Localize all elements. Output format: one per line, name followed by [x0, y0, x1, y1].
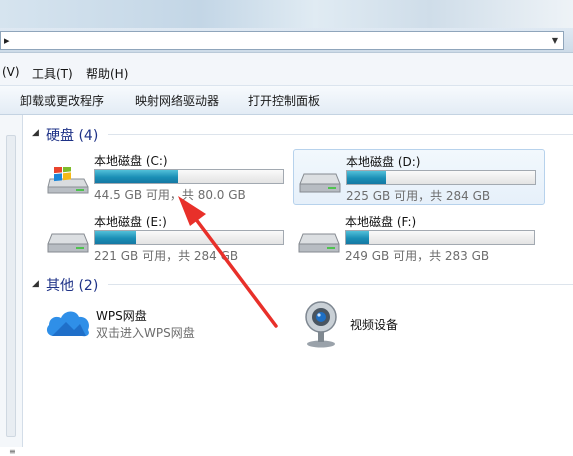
drive-usage-fill — [95, 231, 137, 244]
explorer-window: ▸ ▼ (V) 工具(T) 帮助(H) 卸载或更改程序 映射网络驱动器 打开控制… — [0, 0, 573, 456]
drive-usage-fill — [346, 231, 369, 244]
open-control-panel-button[interactable]: 打开控制面板 — [248, 92, 320, 109]
hard-drive-icon — [299, 173, 341, 193]
collapse-others-icon[interactable]: ◢ — [32, 279, 39, 289]
webcam-icon — [305, 301, 337, 348]
drive-c[interactable]: 本地磁盘 (C:) 44.5 GB 可用，共 80.0 GB — [42, 149, 292, 203]
address-field[interactable]: ▸ ▼ — [0, 31, 564, 50]
drive-usage-fill — [347, 171, 387, 184]
item-name: WPS网盘 — [96, 309, 147, 323]
group-divider — [108, 284, 573, 285]
navigation-pane: ≡ — [0, 115, 23, 456]
drive-d[interactable]: 本地磁盘 (D:) 225 GB 可用，共 284 GB — [293, 149, 545, 205]
drive-free-space: 225 GB 可用，共 284 GB — [346, 189, 491, 203]
windows-drive-icon — [47, 167, 89, 194]
wps-cloud-icon — [46, 311, 89, 337]
drive-usage-bar — [94, 230, 284, 245]
drive-name: 本地磁盘 (E:) — [94, 215, 167, 229]
menu-help[interactable]: 帮助(H) — [86, 65, 128, 82]
video-device[interactable]: 视频设备 — [298, 298, 498, 350]
collapse-disks-icon[interactable]: ◢ — [32, 128, 39, 138]
group-header-disks[interactable]: 硬盘 (4) — [46, 125, 98, 145]
drive-free-space: 249 GB 可用，共 283 GB — [345, 249, 490, 263]
drive-usage-fill — [95, 170, 178, 183]
address-bar: ▸ ▼ — [0, 28, 573, 53]
uninstall-program-button[interactable]: 卸载或更改程序 — [20, 92, 104, 109]
wps-cloud-drive[interactable]: WPS网盘 双击进入WPS网盘 — [42, 302, 262, 344]
group-header-others[interactable]: 其他 (2) — [46, 275, 98, 295]
menu-tools[interactable]: 工具(T) — [32, 65, 73, 82]
drive-usage-bar — [345, 230, 535, 245]
hard-drive-icon — [47, 233, 89, 253]
drive-name: 本地磁盘 (C:) — [94, 154, 168, 168]
title-bar — [0, 0, 573, 28]
drive-free-space: 221 GB 可用，共 284 GB — [94, 249, 239, 263]
command-toolbar: 卸载或更改程序 映射网络驱动器 打开控制面板 — [0, 86, 573, 115]
group-divider — [108, 134, 573, 135]
drive-f[interactable]: 本地磁盘 (F:) 249 GB 可用，共 283 GB — [293, 210, 543, 264]
drive-name: 本地磁盘 (F:) — [345, 215, 417, 229]
drive-usage-bar — [94, 169, 284, 184]
drive-e[interactable]: 本地磁盘 (E:) 221 GB 可用，共 284 GB — [42, 210, 292, 264]
drive-name: 本地磁盘 (D:) — [346, 155, 421, 169]
drive-free-space: 44.5 GB 可用，共 80.0 GB — [94, 188, 246, 202]
item-description: 双击进入WPS网盘 — [96, 326, 195, 340]
hard-drive-icon — [298, 233, 340, 253]
menu-bar: (V) 工具(T) 帮助(H) — [0, 53, 573, 86]
address-dropdown-icon[interactable]: ▼ — [549, 32, 561, 49]
item-name: 视频设备 — [350, 318, 399, 332]
nav-scrollbar[interactable] — [6, 135, 16, 437]
menu-view[interactable]: (V) — [2, 65, 20, 79]
drive-usage-bar — [346, 170, 536, 185]
breadcrumb-chevron-icon[interactable]: ▸ — [4, 32, 10, 49]
pane-resize-handle[interactable]: ≡ — [9, 447, 16, 456]
map-network-drive-button[interactable]: 映射网络驱动器 — [135, 92, 219, 109]
